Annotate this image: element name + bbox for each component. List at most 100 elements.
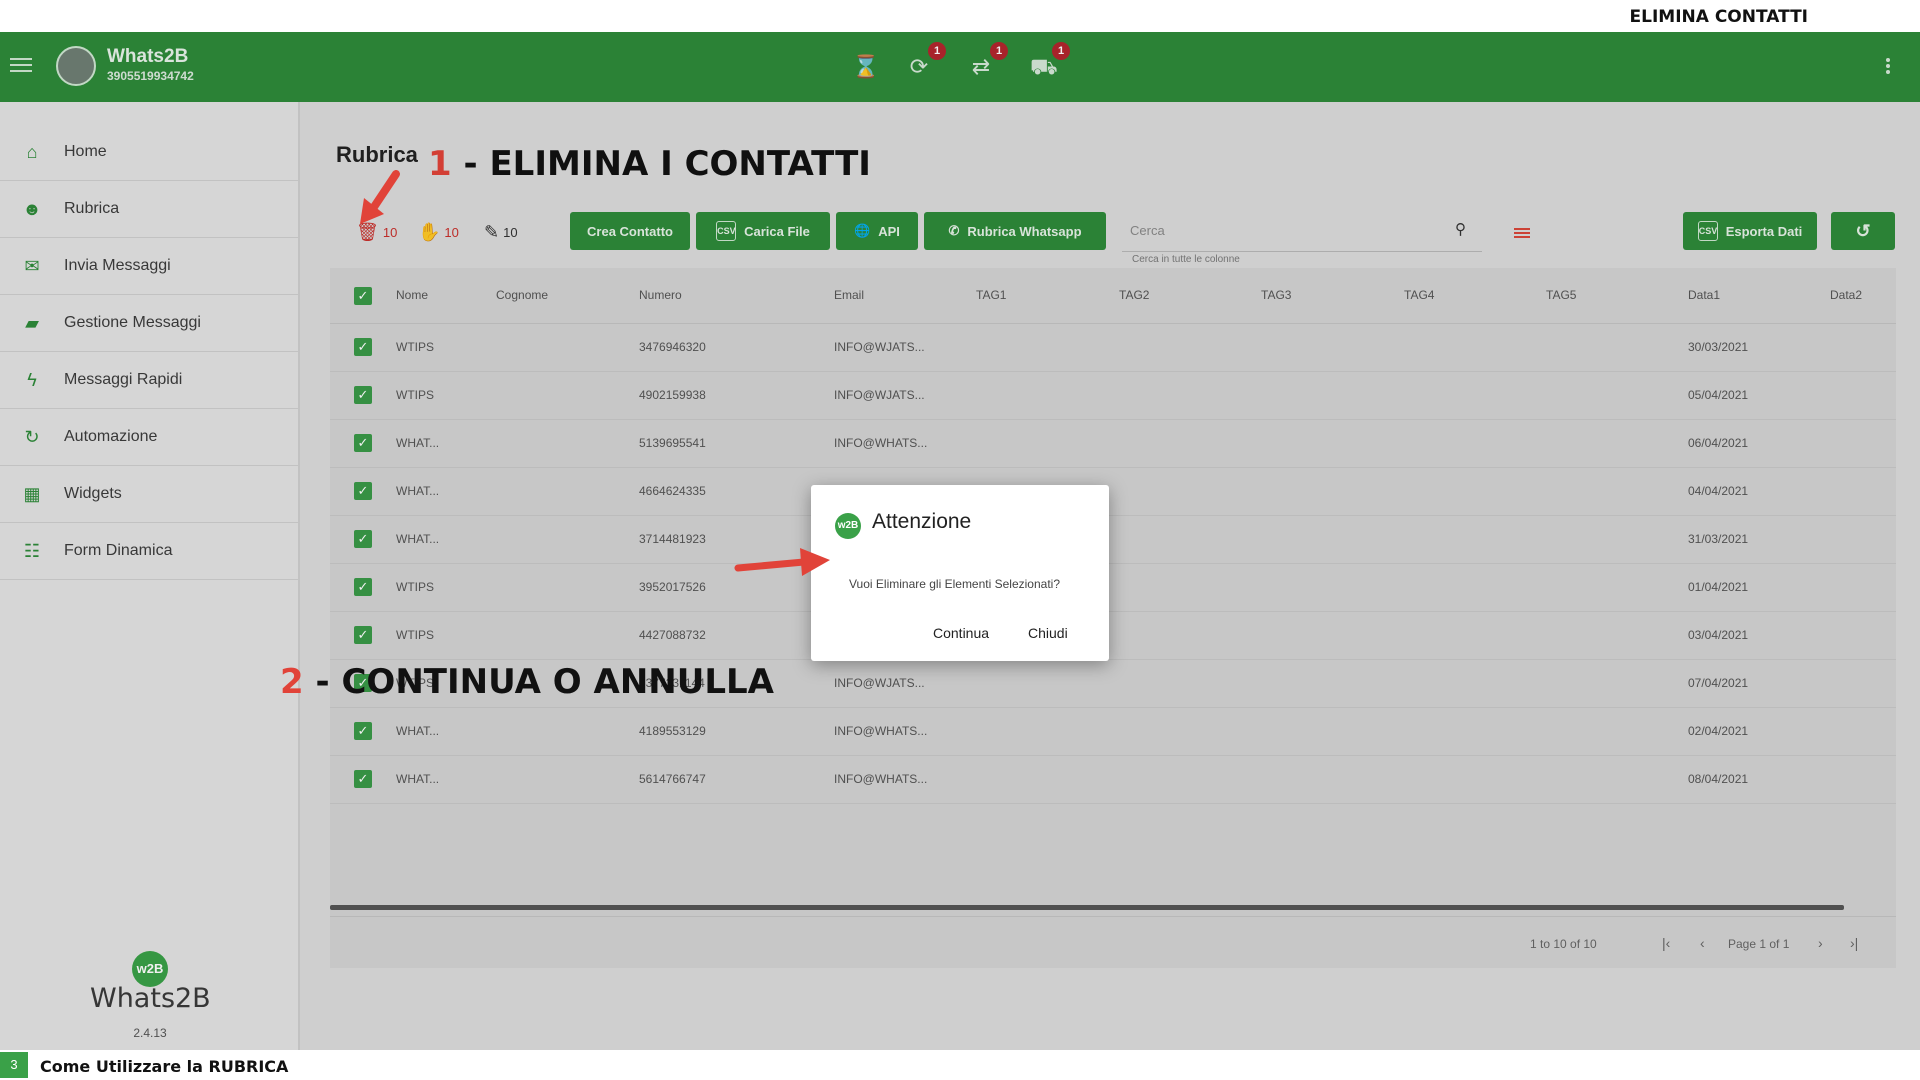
cell-email: INFO@WJATS... [834,676,925,690]
more-options-icon[interactable] [1886,56,1890,76]
sidebar-item-gestione-messaggi[interactable]: ▰ Gestione Messaggi [0,295,298,352]
cell-data1: 05/04/2021 [1688,388,1749,402]
horizontal-scrollbar[interactable] [330,905,1844,910]
sidebar-item-home[interactable]: ⌂ Home [0,124,298,181]
sync-icon[interactable]: ⇄ 1 [968,42,1008,80]
table-row[interactable]: ✓ WHAT... 5614766747 INFO@WHATS... 08/04/202… [330,756,1896,804]
hamburger-menu-icon[interactable] [10,54,32,76]
column-header[interactable]: Nome [396,288,428,302]
cell-nome: WHAT... [396,724,440,738]
annotation-number: 2 [280,662,304,702]
column-header[interactable]: TAG5 [1546,288,1576,302]
table-row[interactable]: ✓ WHAT... 3714481923 31/03/2021 [330,516,1896,564]
cell-numero: 4189553129 [639,724,706,738]
row-checkbox[interactable]: ✓ [354,578,372,596]
sidebar-item-messaggi-rapidi[interactable]: ϟ Messaggi Rapidi [0,352,298,409]
column-header[interactable]: Email [834,288,864,302]
row-checkbox[interactable]: ✓ [354,338,372,356]
blocked-delivery-icon[interactable]: ⛟ 1 [1030,42,1070,80]
next-page-icon[interactable]: › [1818,935,1823,951]
esporta-dati-button[interactable]: CSV Esporta Dati [1683,212,1817,250]
column-header[interactable]: TAG4 [1404,288,1434,302]
table-row[interactable]: ✓ WHAT... 5139695541 INFO@WHATS... 06/04/202… [330,420,1896,468]
row-checkbox[interactable]: ✓ [354,722,372,740]
hand-stop-icon: ✋ [418,222,441,242]
whatsapp-icon: ✆ [948,223,960,238]
chiudi-button[interactable]: Chiudi [1028,625,1068,641]
continua-button[interactable]: Continua [933,625,989,641]
crea-contatto-button[interactable]: Crea Contatto [570,212,690,250]
column-header[interactable]: TAG1 [976,288,1006,302]
sidebar-item-label: Rubrica [64,200,120,217]
row-checkbox[interactable]: ✓ [354,434,372,452]
column-header[interactable]: Numero [639,288,682,302]
row-checkbox[interactable]: ✓ [354,626,372,644]
app-version: 2.4.13 [133,1026,167,1040]
block-count: 10 [444,225,459,240]
button-label: Rubrica Whatsapp [967,223,1082,239]
sidebar-logo: w2B Whats2B [90,951,211,1014]
column-header[interactable]: TAG3 [1261,288,1291,302]
sidebar-item-form-dinamica[interactable]: ☷ Form Dinamica [0,523,298,580]
prev-page-icon[interactable]: ‹ [1700,935,1705,951]
cell-numero: 4427088732 [639,628,706,642]
row-checkbox[interactable]: ✓ [354,530,372,548]
top-banner: ELIMINA CONTATTI [0,0,1920,32]
table-row[interactable]: ✓ WTIPS 3476946320 INFO@WJATS... 30/03/2021 [330,324,1896,372]
sidebar-item-widgets[interactable]: ▦ Widgets [0,466,298,523]
table-row[interactable]: ✓ WTIPS 4902159938 INFO@WJATS... 05/04/2021 [330,372,1896,420]
annotation-number: 1 [428,144,452,184]
table-row[interactable]: ✓ WHAT... 4664624335 04/04/2021 [330,468,1896,516]
button-label: Crea Contatto [587,223,673,239]
app-name: Whats2B [107,46,189,67]
hourglass-icon[interactable]: ⌛ [852,54,879,80]
dialog-logo: w2B [835,513,861,539]
search-field[interactable]: ⚲ [1122,214,1482,252]
column-header[interactable]: TAG2 [1119,288,1149,302]
cell-email: INFO@WHATS... [834,724,928,738]
cell-email: INFO@WJATS... [834,340,925,354]
cell-nome: WTIPS [396,628,434,642]
refresh-button[interactable]: ↺ [1831,212,1895,250]
history-icon[interactable]: ⟳ 1 [906,42,946,80]
confirm-dialog: w2B Attenzione Vuoi Eliminare gli Elemen… [811,485,1109,661]
column-header[interactable]: Data2 [1830,288,1862,302]
edit-selected-button[interactable]: ✎ 10 [484,222,518,243]
notification-badge: 1 [990,42,1008,60]
dialog-title: Attenzione [872,510,972,533]
last-page-icon[interactable]: ›| [1850,935,1858,951]
cell-data1: 07/04/2021 [1688,676,1749,690]
row-checkbox[interactable]: ✓ [354,482,372,500]
column-header[interactable]: Data1 [1688,288,1720,302]
cell-nome: WHAT... [396,484,440,498]
row-checkbox[interactable]: ✓ [354,386,372,404]
search-input[interactable] [1130,218,1430,242]
rubrica-whatsapp-button[interactable]: ✆ Rubrica Whatsapp [924,212,1106,250]
sidebar-item-automazione[interactable]: ↻ Automazione [0,409,298,466]
phone-number: 3905519934742 [107,69,194,83]
sidebar-item-invia-messaggi[interactable]: ✉ Invia Messaggi [0,238,298,295]
sidebar-item-rubrica[interactable]: ☻ Rubrica [0,181,298,238]
csv-file-icon: CSV [1697,221,1718,241]
cell-data1: 01/04/2021 [1688,580,1749,594]
block-selected-button[interactable]: ✋ 10 [418,222,459,243]
sidebar-item-label: Form Dinamica [64,542,173,559]
notification-badge: 1 [928,42,946,60]
filter-icon[interactable] [1514,226,1530,240]
cell-numero: 3476946320 [639,340,706,354]
avatar[interactable] [56,46,96,86]
home-icon: ⌂ [26,142,38,162]
table-row[interactable]: ✓ WHAT... 4189553129 INFO@WHATS... 02/04/202… [330,708,1896,756]
table-row[interactable]: ✓WTIPS4427088732INFO@WJATS...03/04/2021 [330,612,1896,660]
row-checkbox[interactable]: ✓ [354,770,372,788]
bolt-icon: ϟ [27,370,37,390]
api-button[interactable]: 🌐 API [836,212,918,250]
search-icon[interactable]: ⚲ [1455,220,1466,238]
refresh-icon: ↺ [1855,220,1871,241]
cell-data1: 03/04/2021 [1688,628,1749,642]
column-header[interactable]: Cognome [496,288,548,302]
table-row[interactable]: ✓ WTIPS 3952017526 01/04/2021 [330,564,1896,612]
select-all-checkbox[interactable]: ✓ [354,287,372,305]
carica-file-button[interactable]: CSV Carica File [696,212,830,250]
first-page-icon[interactable]: |‹ [1662,935,1670,951]
